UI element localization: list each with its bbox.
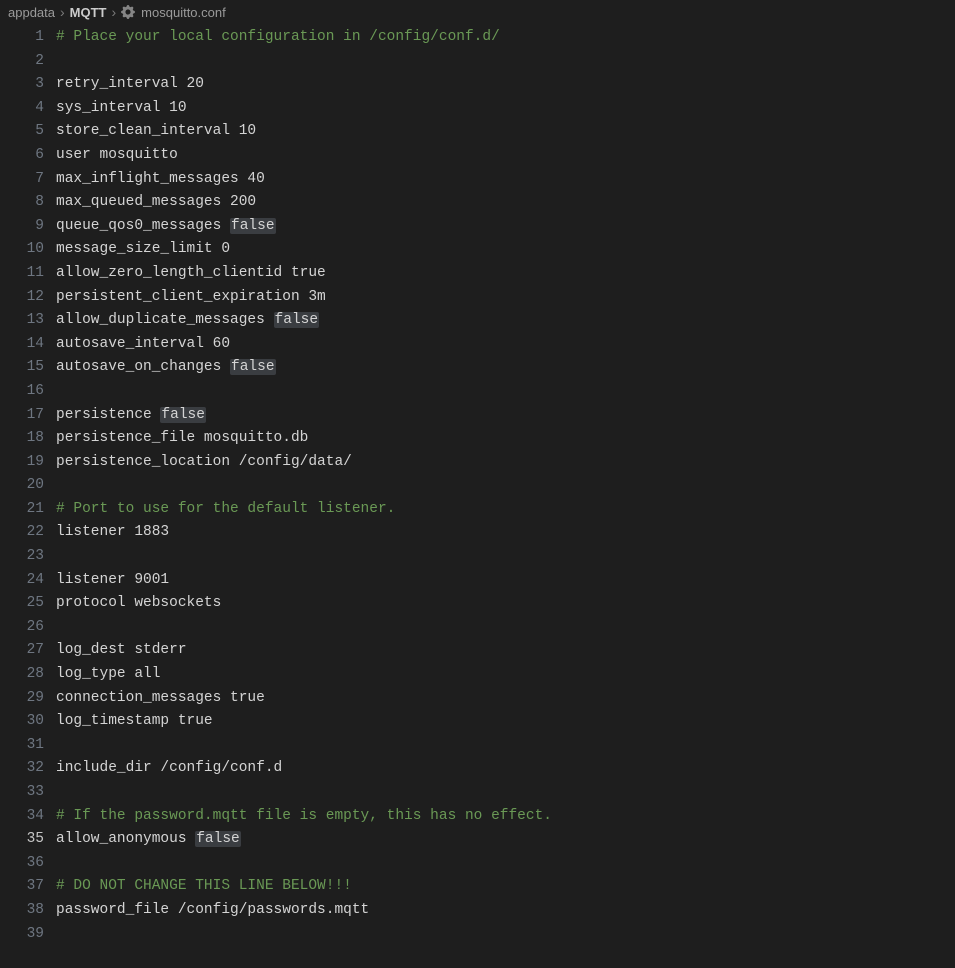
line-number: 19 xyxy=(0,451,44,475)
line-number: 22 xyxy=(0,521,44,545)
line-number: 9 xyxy=(0,215,44,239)
code-line[interactable] xyxy=(56,616,955,640)
code-line[interactable] xyxy=(56,734,955,758)
breadcrumb-item[interactable]: appdata xyxy=(8,5,55,20)
code-line[interactable]: max_inflight_messages 40 xyxy=(56,168,955,192)
line-number: 5 xyxy=(0,120,44,144)
line-number: 29 xyxy=(0,687,44,711)
breadcrumb-item[interactable]: MQTT xyxy=(70,5,107,20)
line-number: 17 xyxy=(0,404,44,428)
line-number: 23 xyxy=(0,545,44,569)
code-line[interactable]: persistence false xyxy=(56,404,955,428)
line-number: 18 xyxy=(0,427,44,451)
line-number: 3 xyxy=(0,73,44,97)
code-editor[interactable]: 1234567891011121314151617181920212223242… xyxy=(0,24,955,946)
line-number: 30 xyxy=(0,710,44,734)
code-line[interactable] xyxy=(56,380,955,404)
code-line[interactable]: allow_duplicate_messages false xyxy=(56,309,955,333)
line-number: 15 xyxy=(0,356,44,380)
line-number: 31 xyxy=(0,734,44,758)
code-line[interactable]: protocol websockets xyxy=(56,592,955,616)
code-line[interactable]: include_dir /config/conf.d xyxy=(56,757,955,781)
code-line[interactable]: listener 9001 xyxy=(56,569,955,593)
code-line[interactable]: max_queued_messages 200 xyxy=(56,191,955,215)
code-line[interactable]: password_file /config/passwords.mqtt xyxy=(56,899,955,923)
code-line[interactable] xyxy=(56,545,955,569)
code-line[interactable]: allow_anonymous false xyxy=(56,828,955,852)
line-number: 34 xyxy=(0,805,44,829)
code-content[interactable]: # Place your local configuration in /con… xyxy=(56,26,955,946)
code-line[interactable]: log_type all xyxy=(56,663,955,687)
code-line[interactable]: persistence_location /config/data/ xyxy=(56,451,955,475)
code-line[interactable]: # If the password.mqtt file is empty, th… xyxy=(56,805,955,829)
line-number: 25 xyxy=(0,592,44,616)
line-number: 4 xyxy=(0,97,44,121)
line-number: 36 xyxy=(0,852,44,876)
line-number: 26 xyxy=(0,616,44,640)
line-number: 24 xyxy=(0,569,44,593)
code-line[interactable] xyxy=(56,781,955,805)
code-line[interactable]: message_size_limit 0 xyxy=(56,238,955,262)
line-number: 10 xyxy=(0,238,44,262)
line-number: 12 xyxy=(0,286,44,310)
line-number: 8 xyxy=(0,191,44,215)
line-number: 6 xyxy=(0,144,44,168)
code-line[interactable]: allow_zero_length_clientid true xyxy=(56,262,955,286)
line-number: 11 xyxy=(0,262,44,286)
line-number: 38 xyxy=(0,899,44,923)
code-line[interactable]: connection_messages true xyxy=(56,687,955,711)
code-line[interactable]: autosave_interval 60 xyxy=(56,333,955,357)
line-number: 28 xyxy=(0,663,44,687)
gear-icon xyxy=(121,5,135,19)
line-number: 37 xyxy=(0,875,44,899)
line-number: 7 xyxy=(0,168,44,192)
line-number: 13 xyxy=(0,309,44,333)
code-line[interactable]: listener 1883 xyxy=(56,521,955,545)
line-number: 14 xyxy=(0,333,44,357)
line-number: 39 xyxy=(0,923,44,947)
chevron-right-icon: › xyxy=(60,4,65,20)
chevron-right-icon: › xyxy=(112,4,117,20)
code-line[interactable]: user mosquitto xyxy=(56,144,955,168)
code-line[interactable]: store_clean_interval 10 xyxy=(56,120,955,144)
line-number: 20 xyxy=(0,474,44,498)
code-line[interactable]: queue_qos0_messages false xyxy=(56,215,955,239)
code-line[interactable]: retry_interval 20 xyxy=(56,73,955,97)
code-line[interactable]: # Place your local configuration in /con… xyxy=(56,26,955,50)
line-number: 21 xyxy=(0,498,44,522)
code-line[interactable] xyxy=(56,923,955,947)
line-number: 33 xyxy=(0,781,44,805)
code-line[interactable]: autosave_on_changes false xyxy=(56,356,955,380)
breadcrumb-file[interactable]: mosquitto.conf xyxy=(141,5,226,20)
code-line[interactable]: log_dest stderr xyxy=(56,639,955,663)
code-line[interactable]: # Port to use for the default listener. xyxy=(56,498,955,522)
line-number: 27 xyxy=(0,639,44,663)
code-line[interactable] xyxy=(56,474,955,498)
line-number: 16 xyxy=(0,380,44,404)
code-line[interactable] xyxy=(56,852,955,876)
line-number: 35 xyxy=(0,828,44,852)
code-line[interactable] xyxy=(56,50,955,74)
line-number-gutter: 1234567891011121314151617181920212223242… xyxy=(0,26,56,946)
code-line[interactable]: persistence_file mosquitto.db xyxy=(56,427,955,451)
breadcrumb[interactable]: appdata › MQTT › mosquitto.conf xyxy=(0,0,955,24)
line-number: 1 xyxy=(0,26,44,50)
line-number: 2 xyxy=(0,50,44,74)
code-line[interactable]: persistent_client_expiration 3m xyxy=(56,286,955,310)
code-line[interactable]: log_timestamp true xyxy=(56,710,955,734)
line-number: 32 xyxy=(0,757,44,781)
code-line[interactable]: # DO NOT CHANGE THIS LINE BELOW!!! xyxy=(56,875,955,899)
code-line[interactable]: sys_interval 10 xyxy=(56,97,955,121)
